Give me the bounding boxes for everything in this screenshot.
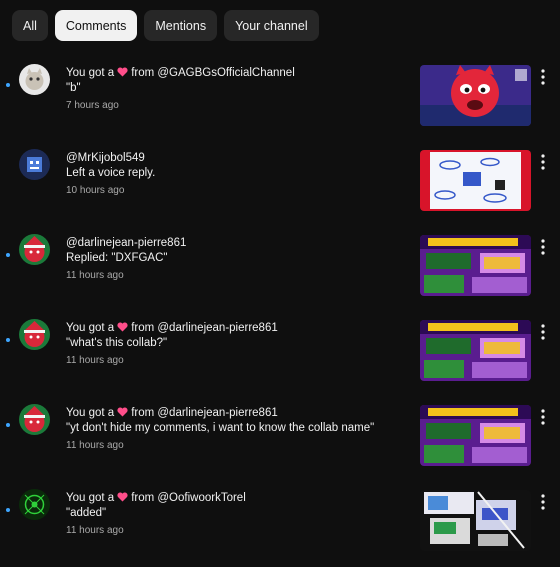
title-prefix: You got a [66, 407, 115, 419]
level-83-thumbnail[interactable] [420, 150, 531, 211]
timestamp: 11 hours ago [66, 440, 124, 451]
timestamp: 7 hours ago [66, 100, 119, 111]
heart-icon [117, 67, 128, 77]
timestamp: 11 hours ago [66, 525, 124, 536]
notification-title: You got a from @darlinejean-pierre861 [66, 406, 406, 421]
filter-chip-mentions[interactable]: Mentions [144, 10, 218, 41]
unread-dot [6, 253, 10, 257]
notification-title: @MrKijobol549 [66, 152, 145, 164]
notification-text: You got a from @darlinejean-pierre861 "wh… [66, 321, 406, 368]
more-options-icon[interactable] [538, 152, 548, 172]
notification-title: You got a from @GAGBGsOfficialChannel [66, 66, 406, 81]
more-options-icon[interactable] [538, 322, 548, 342]
notification-item[interactable]: You got a from @OofiwoorkTorel "added" 11… [0, 482, 560, 567]
notification-title: @darlinejean-pierre861 [66, 237, 187, 249]
filter-chip-all[interactable]: All [12, 10, 48, 41]
notification-text: @darlinejean-pierre861 Replied: "DXFGAC"… [66, 236, 406, 283]
notification-title: You got a from @OofiwoorkTorel [66, 491, 406, 506]
unread-dot [6, 508, 10, 512]
timestamp: 10 hours ago [66, 185, 125, 196]
more-options-icon[interactable] [538, 237, 548, 257]
notification-list: You got a from @GAGBGsOfficialChannel "b"… [0, 57, 560, 567]
notification-title: You got a from @darlinejean-pierre861 [66, 321, 406, 336]
title-prefix: You got a [66, 67, 115, 79]
collage-thumbnail[interactable] [420, 490, 531, 551]
green-avatar-icon[interactable] [19, 489, 50, 520]
christmas-avatar-icon[interactable] [19, 234, 50, 265]
more-options-icon[interactable] [538, 492, 548, 512]
geometry-dash-thumbnail[interactable] [420, 235, 531, 296]
title-prefix: You got a [66, 492, 115, 504]
comment-text: Replied: "DXFGAC" [66, 252, 168, 264]
notification-item[interactable]: @MrKijobol549 Left a voice reply. 10 hou… [0, 142, 560, 227]
unread-dot [6, 338, 10, 342]
filter-chips: All Comments Mentions Your channel [12, 10, 319, 41]
timestamp: 11 hours ago [66, 270, 124, 281]
timestamp: 11 hours ago [66, 355, 124, 366]
heart-icon [117, 492, 128, 502]
notification-text: You got a from @OofiwoorkTorel "added" 11… [66, 491, 406, 538]
title-suffix: from @OofiwoorkTorel [131, 492, 246, 504]
notification-text: You got a from @darlinejean-pierre861 "yt… [66, 406, 406, 453]
comment-text: "what's this collab?" [66, 337, 168, 349]
title-suffix: from @darlinejean-pierre861 [131, 322, 278, 334]
notification-item[interactable]: You got a from @darlinejean-pierre861 "yt… [0, 397, 560, 482]
heart-icon [117, 407, 128, 417]
notification-text: You got a from @GAGBGsOfficialChannel "b"… [66, 66, 406, 113]
notification-item[interactable]: @darlinejean-pierre861 Replied: "DXFGAC"… [0, 227, 560, 312]
comment-text: "yt don't hide my comments, i want to kn… [66, 422, 375, 434]
christmas-avatar-icon[interactable] [19, 319, 50, 350]
cat-avatar-icon[interactable] [19, 64, 50, 95]
heart-icon [117, 322, 128, 332]
comment-text: "added" [66, 507, 107, 519]
filter-chip-your-channel[interactable]: Your channel [224, 10, 319, 41]
unread-dot [6, 83, 10, 87]
more-options-icon[interactable] [538, 67, 548, 87]
filter-chip-comments[interactable]: Comments [54, 10, 138, 41]
red-monster-thumbnail[interactable] [420, 65, 531, 126]
title-prefix: You got a [66, 322, 115, 334]
notification-item[interactable]: You got a from @GAGBGsOfficialChannel "b"… [0, 57, 560, 142]
comment-text: "b" [66, 82, 81, 94]
blue-avatar-icon[interactable] [19, 149, 50, 180]
notification-text: @MrKijobol549 Left a voice reply. 10 hou… [66, 151, 406, 198]
more-options-icon[interactable] [538, 407, 548, 427]
title-suffix: from @darlinejean-pierre861 [131, 407, 278, 419]
notification-item[interactable]: You got a from @darlinejean-pierre861 "wh… [0, 312, 560, 397]
title-suffix: from @GAGBGsOfficialChannel [131, 67, 295, 79]
geometry-dash-thumbnail[interactable] [420, 320, 531, 381]
geometry-dash-thumbnail[interactable] [420, 405, 531, 466]
christmas-avatar-icon[interactable] [19, 404, 50, 435]
unread-dot [6, 423, 10, 427]
comment-text: Left a voice reply. [66, 167, 156, 179]
